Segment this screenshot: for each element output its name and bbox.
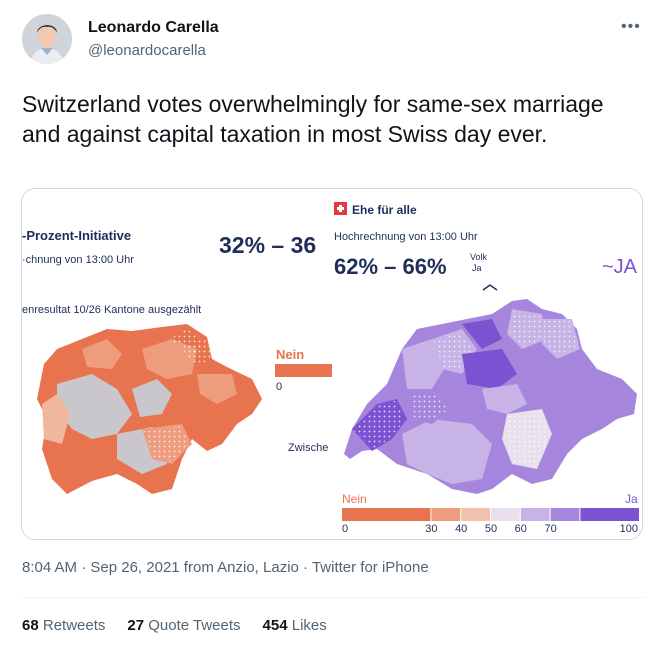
tweet-meta: 8:04 AM · Sep 26, 2021 from Anzio, Lazio… <box>22 559 429 576</box>
left-title: -Prozent-Initiative <box>22 228 131 243</box>
scale-segment <box>491 508 520 521</box>
scale-tick-label: 70 <box>544 523 556 535</box>
likes-count: 454 <box>262 617 288 634</box>
tweet-media[interactable]: -Prozent-Initiative ·chnung von 13:00 Uh… <box>21 188 643 540</box>
scale-tick-label: 100 <box>620 523 638 535</box>
quote-tweets-count: 27 <box>127 617 145 634</box>
mid-zwischen-label: Zwische <box>288 442 328 454</box>
scale-tick-label: 50 <box>485 523 497 535</box>
mid-zero-label: 0 <box>276 381 282 393</box>
mid-nein-label: Nein <box>276 347 304 362</box>
quote-tweets-stat[interactable]: 27 Quote Tweets <box>127 617 240 634</box>
right-volk-label: Volk <box>470 252 488 262</box>
scale-tick-label: 0 <box>342 523 348 535</box>
chevron-up-icon[interactable] <box>482 284 498 291</box>
left-subtitle: ·chnung von 13:00 Uhr <box>22 254 134 266</box>
tweet-location[interactable]: from Anzio, Lazio <box>180 559 299 576</box>
divider <box>22 597 644 598</box>
scale-segment <box>550 508 580 521</box>
right-map <box>344 299 637 494</box>
media-graphic: -Prozent-Initiative ·chnung von 13:00 Uh… <box>22 202 639 535</box>
retweets-label: Retweets <box>42 617 106 634</box>
meta-separator: · <box>298 559 312 576</box>
left-map <box>37 324 262 494</box>
right-ja-small: Ja <box>472 263 482 273</box>
more-options-icon[interactable]: ••• <box>621 18 641 36</box>
scale-segment <box>431 508 461 521</box>
tweet-time[interactable]: 8:04 AM <box>22 559 77 576</box>
right-percent-range: 62% – 66% <box>334 254 447 279</box>
quote-tweets-label: Quote Tweets <box>148 617 241 634</box>
display-name[interactable]: Leonardo Carella <box>88 19 219 37</box>
avatar-image <box>22 14 72 64</box>
meta-separator: · <box>77 559 91 576</box>
scale-segment <box>342 508 431 521</box>
retweets-stat[interactable]: 68 Retweets <box>22 617 105 634</box>
retweets-count: 68 <box>22 617 39 634</box>
scale-segment <box>520 508 550 521</box>
handle[interactable]: @leonardocarella <box>88 42 206 59</box>
left-result: enresultat 10/26 Kantone ausgezählt <box>22 304 201 316</box>
tweet-text: Switzerland votes overwhelmingly for sam… <box>22 91 604 147</box>
right-subtitle: Hochrechnung von 13:00 Uhr <box>334 231 478 243</box>
color-scale-bar <box>342 508 639 521</box>
tweet-stats: 68 Retweets 27 Quote Tweets 454 Likes <box>22 617 327 634</box>
scale-segment <box>461 508 490 521</box>
mid-nein-swatch <box>275 364 332 377</box>
tweet-client[interactable]: Twitter for iPhone <box>312 559 429 576</box>
color-scale-ticks: 0 30 40 50 60 70 100 <box>342 523 638 535</box>
scale-tick-label: 40 <box>455 523 467 535</box>
tweet-date[interactable]: Sep 26, 2021 <box>90 559 179 576</box>
left-percent-range: 32% – 36 <box>219 232 316 258</box>
avatar[interactable] <box>22 14 72 64</box>
likes-label: Likes <box>291 617 327 634</box>
likes-stat[interactable]: 454 Likes <box>263 617 327 634</box>
right-ja-big: ~JA <box>602 256 638 278</box>
scale-segment <box>580 508 639 521</box>
scale-tick-label: 30 <box>425 523 437 535</box>
right-badge: Ehe für alle <box>352 203 417 217</box>
scale-ja-label: Ja <box>625 492 638 506</box>
scale-tick-label: 60 <box>515 523 527 535</box>
scale-nein-label: Nein <box>342 492 367 506</box>
